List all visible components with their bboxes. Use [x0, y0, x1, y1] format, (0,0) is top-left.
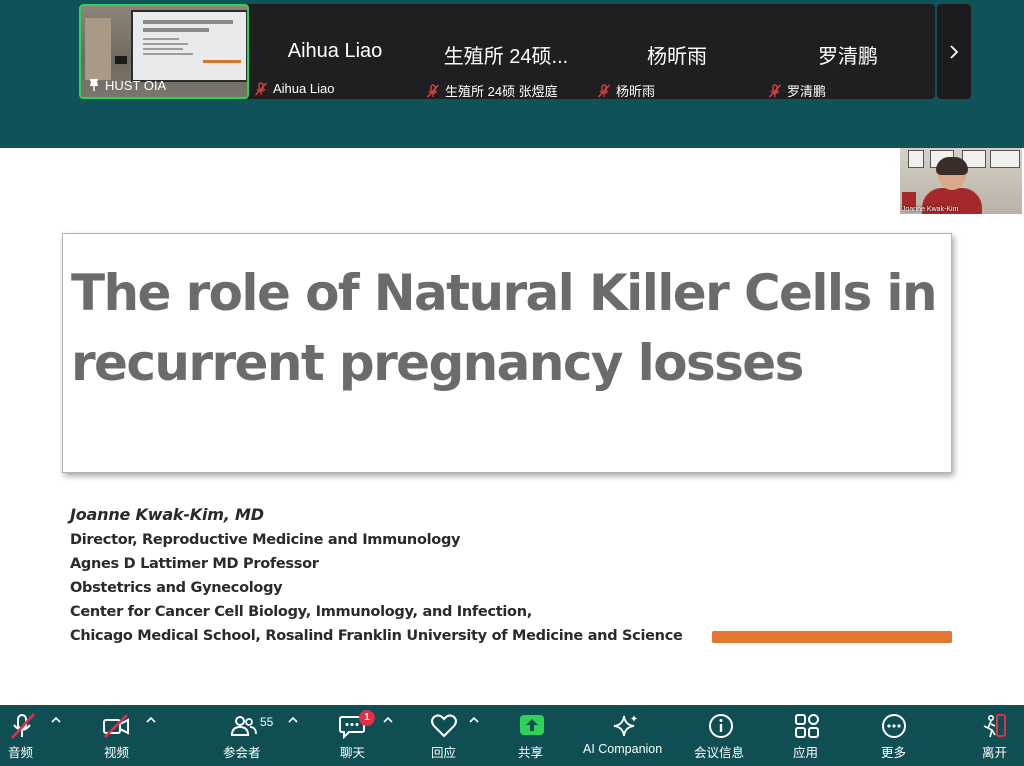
- participant-tile-zhang-yuting[interactable]: 生殖所 24硕... 生殖所 24硕 张煜庭: [421, 4, 591, 99]
- reactions-label: 回应: [431, 746, 457, 760]
- room-tv: [115, 56, 127, 64]
- more-icon: [882, 714, 906, 738]
- participant-label: 罗清鹏: [787, 84, 827, 99]
- share-button[interactable]: 共享: [508, 705, 558, 766]
- gallery-strip: HUST OIA Aihua Liao Aihua Liao 生殖所 24硕..…: [0, 0, 1024, 148]
- participant-tile-luo-qingpeng[interactable]: 罗清鹏 罗清鹏: [763, 4, 933, 99]
- chevron-up-icon[interactable]: [382, 714, 394, 726]
- mic-muted-icon: [254, 81, 268, 96]
- participant-label: 生殖所 24硕 张煜庭: [445, 84, 558, 99]
- slide-affiliation: Obstetrics and Gynecology: [70, 580, 283, 596]
- participant-label-row: 罗清鹏: [768, 81, 826, 99]
- shared-screen-preview: [131, 10, 247, 82]
- slide-affiliation: Director, Reproductive Medicine and Immu…: [70, 532, 461, 548]
- apps-button[interactable]: 应用: [780, 705, 834, 766]
- participant-label: 杨昕雨: [616, 84, 656, 99]
- slide-title-box: The role of Natural Killer Cells in recu…: [62, 233, 952, 473]
- participant-tile-hust-oia[interactable]: HUST OIA: [79, 4, 249, 99]
- info-icon: [709, 714, 733, 738]
- participant-display-name: Aihua Liao: [287, 40, 383, 62]
- audio-label: 音频: [8, 746, 34, 760]
- more-button[interactable]: 更多: [866, 705, 920, 766]
- chevron-up-icon[interactable]: [50, 714, 62, 726]
- share-label: 共享: [518, 746, 544, 760]
- slide-title-line-2: recurrent pregnancy losses: [71, 334, 804, 392]
- slide-affiliation: Agnes D Lattimer MD Professor: [70, 556, 319, 572]
- video-button[interactable]: 视频: [96, 705, 166, 766]
- slide-accent-bar: [712, 631, 952, 643]
- participant-name: HUST OIA: [105, 77, 167, 93]
- gallery-next-button[interactable]: [937, 4, 971, 99]
- reactions-button[interactable]: 回应: [420, 705, 490, 766]
- room-door: [85, 18, 111, 80]
- chevron-up-icon[interactable]: [287, 714, 299, 726]
- participant-tile-aihua-liao[interactable]: Aihua Liao Aihua Liao: [250, 4, 420, 99]
- meeting-info-label: 会议信息: [694, 746, 745, 760]
- more-label: 更多: [881, 746, 907, 760]
- mic-muted-icon: [768, 83, 782, 98]
- chevron-up-icon[interactable]: [145, 714, 157, 726]
- meeting-toolbar: 音频 视频 55 参会者 1 聊天 回应 共享 AI Companion 会议信…: [0, 705, 1024, 766]
- share-screen-icon: [520, 715, 544, 735]
- participants-icon: [230, 716, 257, 736]
- participants-label: 参会者: [223, 746, 261, 760]
- slide-affiliation: Chicago Medical School, Rosalind Frankli…: [70, 628, 683, 644]
- apps-icon: [795, 714, 819, 738]
- participant-label-row: 生殖所 24硕 张煜庭: [426, 81, 558, 99]
- slide-title-line-1: The role of Natural Killer Cells in: [71, 264, 938, 322]
- participant-display-name: 罗清鹏: [818, 46, 878, 68]
- slide-author: Joanne Kwak-Kim, MD: [70, 505, 264, 524]
- pin-icon: [90, 79, 98, 91]
- video-off-icon: [103, 714, 129, 738]
- chat-label: 聊天: [340, 746, 366, 760]
- mic-muted-icon: [597, 83, 611, 98]
- participant-tiles: HUST OIA Aihua Liao Aihua Liao 生殖所 24硕..…: [79, 4, 935, 99]
- sparkle-icon: [613, 715, 638, 737]
- participants-button[interactable]: 55 参会者: [218, 705, 308, 766]
- chevron-right-icon: [950, 44, 959, 59]
- leave-icon: [983, 714, 1006, 738]
- participant-tile-yang-xinyu[interactable]: 杨昕雨 杨昕雨: [592, 4, 762, 99]
- apps-label: 应用: [793, 746, 819, 760]
- chat-unread-badge: 1: [359, 710, 375, 726]
- speaker-video-thumbnail[interactable]: Joanne Kwak-Kim: [900, 148, 1022, 214]
- audio-button[interactable]: 音频: [0, 705, 80, 766]
- mic-muted-icon: [11, 713, 35, 739]
- participant-label: Aihua Liao: [273, 81, 335, 96]
- ai-companion-button[interactable]: AI Companion: [578, 705, 678, 766]
- meeting-info-button[interactable]: 会议信息: [690, 705, 754, 766]
- participant-label-row: 杨昕雨: [597, 81, 655, 99]
- speaker-name-label: Joanne Kwak-Kim: [902, 206, 959, 213]
- ai-companion-label: AI Companion: [583, 742, 663, 756]
- participant-label-row: Aihua Liao: [254, 81, 334, 96]
- participant-display-name: 生殖所 24硕...: [443, 46, 569, 68]
- participants-count: 55: [260, 715, 274, 729]
- chat-button[interactable]: 1 聊天: [330, 705, 400, 766]
- leave-button[interactable]: 离开: [970, 705, 1022, 766]
- participant-display-name: 杨昕雨: [647, 46, 707, 68]
- mic-muted-icon: [426, 83, 440, 98]
- participant-name-row: HUST OIA: [87, 77, 166, 93]
- slide-affiliation: Center for Cancer Cell Biology, Immunolo…: [70, 604, 532, 620]
- leave-label: 离开: [982, 746, 1008, 760]
- video-label: 视频: [104, 746, 130, 760]
- chevron-up-icon[interactable]: [468, 714, 480, 726]
- heart-icon: [431, 714, 457, 738]
- shared-slide: The role of Natural Killer Cells in recu…: [0, 148, 1024, 705]
